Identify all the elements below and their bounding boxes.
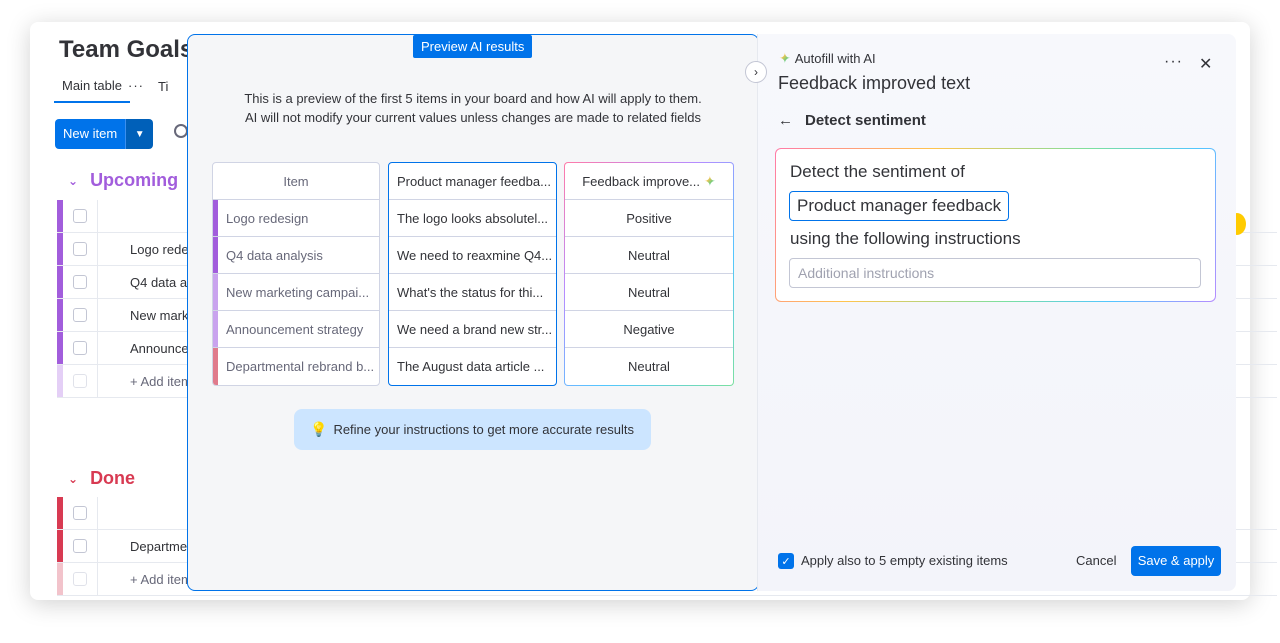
- row-checkbox[interactable]: [63, 497, 98, 529]
- row-name[interactable]: Announcer: [98, 341, 193, 356]
- row-name[interactable]: Q4 data ar: [98, 275, 191, 290]
- additional-instructions-input[interactable]: [789, 258, 1201, 288]
- preview-column-ai: Feedback improve... ✦ Positive Neutral Ne…: [564, 162, 734, 386]
- preview-column-source: Product manager feedba... The logo looks…: [388, 162, 557, 386]
- preview-source-cell: We need to reaxmine Q4...: [389, 237, 556, 274]
- preview-column-item: Item Logo redesign Q4 data analysis New …: [212, 162, 380, 386]
- preview-item-cell: Departmental rebrand b...: [213, 348, 379, 385]
- panel-title: Feedback improved text: [778, 73, 971, 93]
- row-checkbox: [63, 365, 98, 397]
- panel-subtitle: Detect sentiment: [805, 112, 926, 129]
- search-icon[interactable]: [174, 124, 188, 138]
- row-name[interactable]: New marke: [98, 308, 196, 323]
- sparkle-icon: ✦: [779, 50, 791, 66]
- preview-ai-cell: Neutral: [628, 359, 670, 374]
- row-checkbox[interactable]: [63, 233, 98, 265]
- preview-ai-cell: Neutral: [565, 237, 733, 274]
- autofill-label: ✦ Autofill with AI: [779, 50, 876, 66]
- preview-badge: Preview AI results: [413, 35, 533, 58]
- row-checkbox[interactable]: [63, 299, 98, 331]
- column-header-ai: Feedback improve... ✦: [565, 163, 733, 200]
- preview-item-cell: Logo redesign: [213, 200, 379, 237]
- board-title: Team Goals: [59, 36, 194, 63]
- save-apply-button[interactable]: Save & apply: [1131, 546, 1221, 576]
- row-checkbox[interactable]: [63, 530, 98, 562]
- add-item-link[interactable]: + Add item: [98, 374, 192, 389]
- row-checkbox: [63, 563, 98, 595]
- group-title-upcoming[interactable]: ⌄ Upcoming: [68, 170, 178, 191]
- preview-ai-cell: Positive: [565, 200, 733, 237]
- new-item-button[interactable]: New item ▼: [55, 119, 154, 149]
- cancel-button[interactable]: Cancel: [1068, 546, 1124, 576]
- preview-source-cell: What's the status for thi...: [389, 274, 556, 311]
- preview-item-cell: Q4 data analysis: [213, 237, 379, 274]
- row-name[interactable]: Logo redes: [98, 242, 195, 257]
- close-icon[interactable]: ✕: [1199, 54, 1212, 74]
- column-chip[interactable]: Product manager feedback: [789, 191, 1010, 221]
- new-item-label[interactable]: New item: [55, 119, 126, 149]
- preview-source-cell: The logo looks absolutel...: [389, 200, 556, 237]
- lightbulb-icon: 💡: [310, 421, 328, 437]
- chevron-down-icon[interactable]: ⌄: [68, 472, 78, 486]
- preview-ai-cell: Negative: [565, 311, 733, 348]
- prompt-text: Detect the sentiment of: [790, 162, 965, 181]
- preview-item-cell: New marketing campai...: [213, 274, 379, 311]
- tab-timeline[interactable]: Ti: [144, 77, 176, 102]
- apply-checkbox[interactable]: ✓: [778, 553, 794, 569]
- sparkle-icon: ✦: [704, 172, 716, 189]
- tab-more-icon[interactable]: ···: [128, 78, 144, 101]
- apply-label: Apply also to 5 empty existing items: [801, 553, 1008, 568]
- row-checkbox[interactable]: [63, 266, 98, 298]
- row-name[interactable]: Departmer: [98, 539, 191, 554]
- chevron-down-icon[interactable]: ⌄: [68, 174, 78, 188]
- row-checkbox[interactable]: [63, 200, 98, 232]
- back-arrow-icon[interactable]: ←: [778, 112, 793, 129]
- preview-source-cell: We need a brand new str...: [389, 311, 556, 348]
- row-checkbox[interactable]: [63, 332, 98, 364]
- preview-ai-cell: Neutral: [565, 274, 733, 311]
- tab-main-table[interactable]: Main table: [54, 76, 130, 103]
- chevron-down-icon[interactable]: ▼: [125, 119, 154, 149]
- refine-instructions-banner: 💡 Refine your instructions to get more a…: [294, 409, 651, 450]
- group-title-done[interactable]: ⌄ Done: [68, 468, 135, 489]
- preview-description: This is a preview of the first 5 items i…: [244, 91, 702, 125]
- preview-source-cell: The August data article ...: [397, 359, 545, 374]
- chevron-right-icon[interactable]: ›: [745, 61, 767, 83]
- add-item-link[interactable]: + Add item: [98, 572, 192, 587]
- board-tabs: Main table ··· Ti: [54, 76, 176, 103]
- prompt-text: using the following instructions: [790, 229, 1021, 248]
- column-header-source: Product manager feedba...: [389, 163, 556, 200]
- preview-item-cell: Announcement strategy: [213, 311, 379, 348]
- column-header-item: Item: [213, 163, 379, 200]
- more-options-icon[interactable]: ···: [1164, 53, 1183, 71]
